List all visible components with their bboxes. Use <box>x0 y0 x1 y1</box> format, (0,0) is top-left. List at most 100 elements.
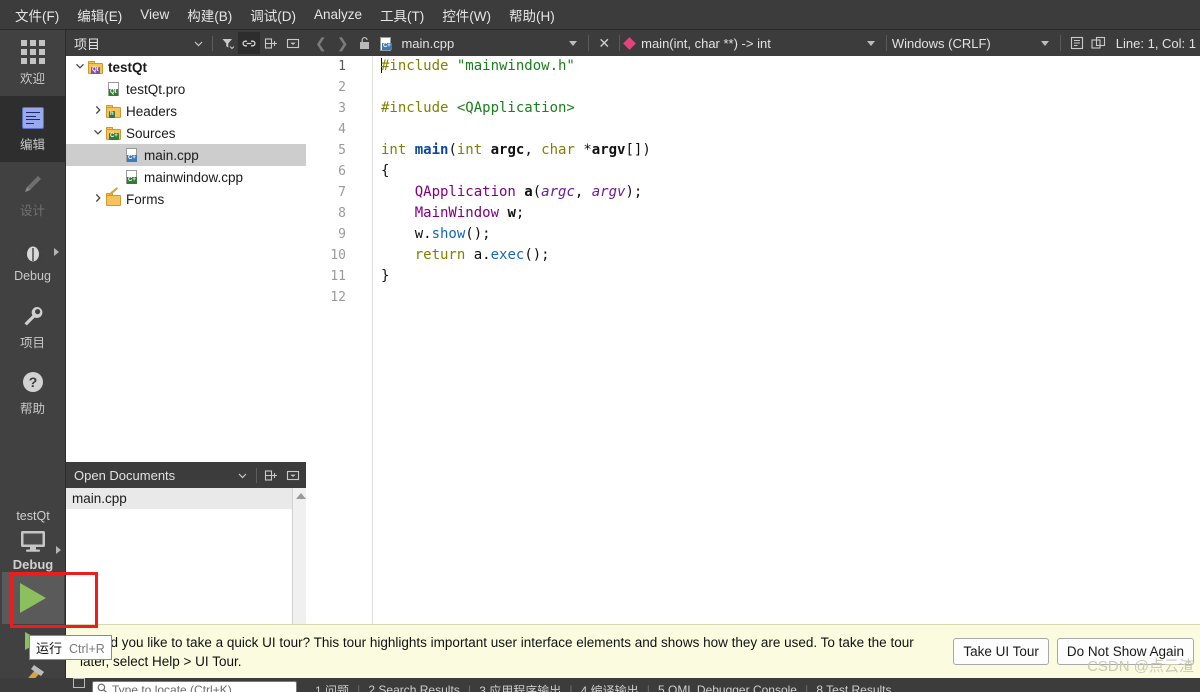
kit-selector-button[interactable]: Debug <box>0 525 66 572</box>
divider <box>619 35 621 51</box>
menu-item[interactable]: 编辑(E) <box>68 1 131 29</box>
chevron-down-icon[interactable] <box>231 464 253 486</box>
code-token: argv <box>591 184 626 200</box>
menu-item[interactable]: 控件(W) <box>433 1 500 29</box>
text-wrap-icon[interactable] <box>1066 32 1088 54</box>
chevron-down-icon[interactable] <box>1040 40 1049 46</box>
code-token: MainWindow <box>414 205 508 221</box>
editor-filename[interactable]: main.cpp <box>401 36 454 51</box>
open-document-item[interactable]: main.cpp <box>66 488 306 509</box>
tree-item[interactable]: C+ mainwindow.cpp <box>66 166 306 188</box>
chevron-down-icon[interactable] <box>72 61 88 74</box>
tree-item[interactable]: Qt testQt.pro <box>66 78 306 100</box>
tree-item-label: testQt <box>108 59 148 75</box>
line-ending-selector[interactable]: Windows (CRLF) <box>892 36 991 51</box>
do-not-show-again-button[interactable]: Do Not Show Again <box>1056 638 1194 665</box>
code-token: ; <box>515 205 525 221</box>
filter-icon[interactable] <box>216 32 238 54</box>
menu-item[interactable]: Analyze <box>305 3 371 26</box>
close-icon[interactable]: ✕ <box>594 35 614 52</box>
mode-button-设计[interactable]: 设计 <box>0 162 65 228</box>
mode-button-项目[interactable]: 项目 <box>0 294 65 360</box>
line-number: 3 <box>338 101 346 116</box>
mode-button-编辑[interactable]: 编辑 <box>0 96 65 162</box>
code-line: QApplication a(argc, argv); <box>381 182 1200 203</box>
take-ui-tour-button[interactable]: Take UI Tour <box>953 638 1049 665</box>
menu-item[interactable]: View <box>131 3 178 26</box>
tree-item-label: main.cpp <box>144 147 199 163</box>
project-folder-icon: Qt <box>88 59 104 75</box>
chevron-right-icon[interactable] <box>90 193 106 206</box>
file-icon: C+ <box>124 147 140 163</box>
collapse-icon[interactable] <box>282 464 304 486</box>
collapse-icon[interactable] <box>282 32 304 54</box>
chevron-down-icon[interactable] <box>569 40 578 46</box>
code-token: (); <box>465 226 491 242</box>
menu-item[interactable]: 工具(T) <box>371 1 433 29</box>
mode-label: 帮助 <box>19 402 45 416</box>
question-icon: ? <box>20 369 46 395</box>
code-token: "mainwindow.h" <box>456 58 575 74</box>
chevron-down-icon[interactable] <box>90 127 106 140</box>
menu-item[interactable]: 构建(B) <box>178 1 241 29</box>
output-pane-tab[interactable]: 2 Search Results <box>360 683 467 692</box>
locator-input[interactable]: Type to locate (Ctrl+K) <box>92 680 297 692</box>
scroll-up-icon[interactable] <box>296 493 306 499</box>
add-split-icon[interactable] <box>260 32 282 54</box>
link-icon[interactable] <box>238 32 260 54</box>
code-token: a <box>524 184 533 200</box>
unlock-icon[interactable] <box>353 32 375 54</box>
chevron-right-icon <box>54 248 59 256</box>
output-pane-tab[interactable]: 3 应用程序输出 <box>471 682 569 692</box>
output-pane-tab[interactable]: 8 Test Results <box>808 683 899 692</box>
grid-icon <box>20 39 46 65</box>
mode-button-欢迎[interactable]: 欢迎 <box>0 30 65 96</box>
code-token: argc <box>541 184 575 200</box>
diamond-icon <box>623 36 636 50</box>
output-pane-tab[interactable]: 1 问题 <box>307 682 357 692</box>
symbol-selector[interactable]: main(int, char **) -> int <box>641 36 771 51</box>
code-token: } <box>381 268 390 284</box>
code-line: } <box>381 266 1200 287</box>
add-split-icon[interactable] <box>260 464 282 486</box>
output-pane-icon[interactable] <box>70 678 87 692</box>
code-token: <QApplication> <box>456 100 575 116</box>
divider <box>256 467 257 483</box>
code-token: w. <box>381 226 432 242</box>
chevron-down-icon[interactable] <box>866 40 875 46</box>
code-token: #include <box>381 100 457 116</box>
run-button[interactable] <box>2 572 64 624</box>
folder-icon: h <box>106 103 122 119</box>
mode-button-帮助[interactable]: ? 帮助 <box>0 360 65 426</box>
code-token: show <box>431 226 466 242</box>
menu-item[interactable]: 调试(D) <box>241 1 305 29</box>
line-number: 8 <box>338 206 346 221</box>
tree-item[interactable]: h Headers <box>66 100 306 122</box>
mode-button-debug[interactable]: Debug <box>0 228 65 294</box>
line-number: 9 <box>338 227 346 242</box>
code-line: int main(int argc, char *argv[]) <box>381 140 1200 161</box>
project-tree[interactable]: Qt testQt Qt testQt.pro h Headers C+ Sources C+ m… <box>66 56 306 462</box>
chevron-down-icon[interactable] <box>187 32 209 54</box>
code-editor[interactable]: 1 2 3 4 5 6 7 8 9 10 11 12 #include "mainwindow.h" … <box>306 56 1200 638</box>
code-line: MainWindow w; <box>381 203 1200 224</box>
tree-item[interactable]: C+ Sources <box>66 122 306 144</box>
code-token: int <box>381 142 415 158</box>
split-editor-icon[interactable] <box>1088 32 1110 54</box>
code-token: a. <box>473 247 491 263</box>
line-number: 2 <box>338 80 346 95</box>
chevron-right-icon[interactable] <box>90 105 106 118</box>
status-bar: Type to locate (Ctrl+K) 1 问题 | 2 Search Re… <box>0 678 1200 692</box>
tree-item[interactable]: Forms <box>66 187 306 210</box>
tree-item[interactable]: C+ main.cpp <box>66 144 306 166</box>
menu-item[interactable]: 文件(F) <box>6 1 68 29</box>
menu-item[interactable]: 帮助(H) <box>500 1 564 29</box>
chevron-left-icon[interactable]: ❮ <box>310 35 332 52</box>
code-content[interactable]: #include "mainwindow.h" #include <QAppli… <box>373 56 1200 638</box>
chevron-right-icon[interactable]: ❯ <box>332 35 354 52</box>
open-documents-header: Open Documents <box>66 462 306 488</box>
output-pane-tab[interactable]: 4 编译输出 <box>573 682 647 692</box>
output-pane-tab[interactable]: 5 QML Debugger Console <box>650 683 805 692</box>
tree-item[interactable]: Qt testQt <box>66 56 306 78</box>
